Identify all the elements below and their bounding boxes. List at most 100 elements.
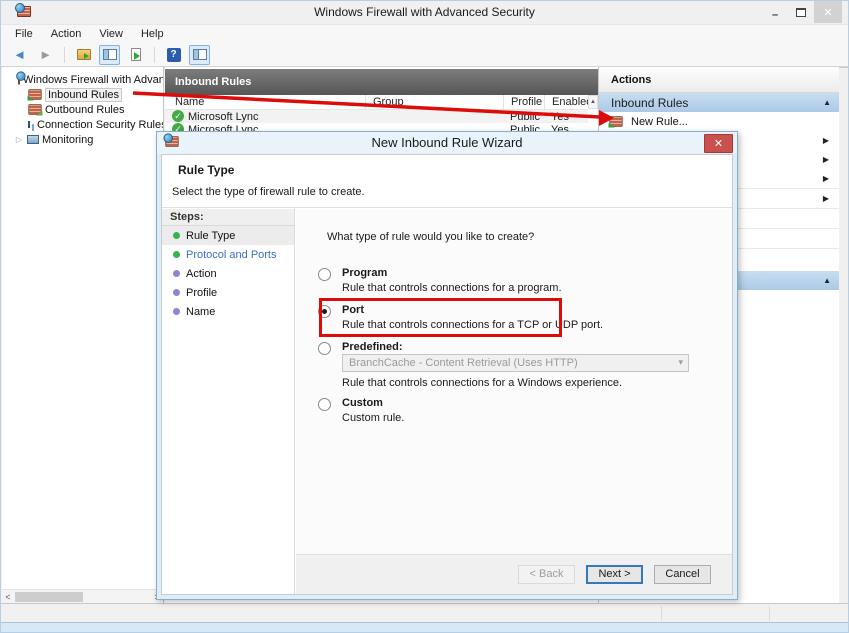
option-custom-desc: Custom rule. (342, 412, 404, 424)
dialog-close-button[interactable]: ✕ (704, 134, 733, 153)
export-list-button[interactable] (125, 45, 146, 65)
wizard-header: Rule Type Select the type of firewall ru… (162, 155, 732, 208)
option-predefined-label[interactable]: Predefined: (342, 341, 403, 353)
tree-item-label: Connection Security Rules (37, 119, 164, 131)
chevron-down-icon: ▾ (678, 357, 683, 368)
window-frame-bottom (1, 622, 848, 632)
status-divider (661, 606, 662, 621)
column-header-group[interactable]: Group (365, 95, 503, 109)
radio-port[interactable] (318, 305, 331, 318)
steps-title: Steps: (162, 209, 294, 226)
forward-button[interactable]: ► (35, 45, 56, 65)
connection-security-icon (28, 121, 30, 128)
back-icon: ◄ (13, 47, 26, 62)
step-name[interactable]: Name (162, 302, 294, 321)
dialog-client-area: Rule Type Select the type of firewall ru… (161, 154, 733, 595)
help-toolbar-button[interactable]: ? (163, 45, 184, 65)
toolbar-separator (64, 47, 65, 63)
wizard-button-strip: < Back Next > Cancel (296, 554, 732, 594)
window-title: Windows Firewall with Advanced Security (1, 5, 848, 19)
option-program-label[interactable]: Program (342, 267, 387, 279)
rule-profile: Public (510, 111, 540, 123)
step-label: Action (186, 268, 217, 280)
step-label: Name (186, 306, 215, 318)
radio-program[interactable] (318, 268, 331, 281)
scroll-left-icon[interactable]: < (2, 592, 14, 602)
new-inbound-rule-wizard-dialog: New Inbound Rule Wizard ✕ Rule Type Sele… (156, 131, 738, 600)
tree-item-outbound-rules[interactable]: Outbound Rules (2, 102, 163, 117)
collapse-icon[interactable]: ▲ (823, 98, 831, 107)
console-tree-panel: Windows Firewall with Advance Inbound Ru… (2, 67, 164, 603)
tree-item-inbound-rules[interactable]: Inbound Rules (2, 87, 163, 102)
wizard-subheading: Select the type of firewall rule to crea… (172, 186, 365, 198)
step-rule-type[interactable]: Rule Type (162, 226, 294, 245)
folder-button[interactable] (73, 45, 94, 65)
close-button[interactable]: ✕ (814, 1, 842, 23)
submenu-arrow-icon: ▶ (823, 194, 829, 203)
option-custom-label[interactable]: Custom (342, 397, 383, 409)
monitoring-icon (27, 135, 39, 144)
step-label: Rule Type (186, 230, 235, 242)
step-profile[interactable]: Profile (162, 283, 294, 302)
column-header-profile[interactable]: Profile (503, 95, 544, 109)
list-scroll-up-icon[interactable]: ▲ (588, 95, 598, 109)
tree-item-label: Outbound Rules (45, 104, 125, 116)
option-port-desc: Rule that controls connections for a TCP… (342, 319, 603, 331)
predefined-dropdown[interactable]: BranchCache - Content Retrieval (Uses HT… (342, 354, 689, 372)
column-header-enabled[interactable]: Enabled (544, 95, 589, 109)
radio-custom[interactable] (318, 398, 331, 411)
console-tree-toggle-button[interactable] (99, 45, 120, 65)
list-panel-header: Inbound Rules (165, 69, 598, 95)
dialog-title: New Inbound Rule Wizard (157, 135, 737, 150)
menu-view[interactable]: View (99, 28, 123, 40)
firewall-root-icon (18, 74, 20, 84)
menu-file[interactable]: File (15, 28, 33, 40)
step-action[interactable]: Action (162, 264, 294, 283)
step-label: Protocol and Ports (186, 249, 277, 261)
radio-predefined[interactable] (318, 342, 331, 355)
column-header-name[interactable]: Name (165, 95, 365, 109)
folder-icon (77, 49, 91, 60)
expand-icon[interactable]: ▷ (14, 135, 24, 144)
new-rule-icon (609, 116, 622, 126)
new-rule-action[interactable]: New Rule... (599, 112, 839, 131)
option-program-desc: Rule that controls connections for a pro… (342, 282, 562, 294)
cancel-button[interactable]: Cancel (654, 565, 711, 584)
scrollbar-thumb[interactable] (15, 592, 83, 602)
table-row[interactable]: ✓ Microsoft Lync Public Yes (165, 110, 588, 123)
rule-enabled: Yes (551, 111, 569, 123)
maximize-button[interactable] (788, 1, 814, 23)
actions-section-title: Inbound Rules (611, 96, 688, 110)
status-bar (1, 603, 848, 623)
collapse-icon[interactable]: ▲ (823, 276, 831, 285)
back-wizard-button[interactable]: < Back (518, 565, 575, 584)
action-pane-toggle-button[interactable] (189, 45, 210, 65)
wizard-steps-panel: Steps: Rule Type Protocol and Ports Acti… (162, 209, 295, 594)
tree-horizontal-scrollbar[interactable]: < > (2, 589, 163, 603)
step-protocol-and-ports[interactable]: Protocol and Ports (162, 245, 294, 264)
menu-action[interactable]: Action (51, 28, 82, 40)
tree-item-label: Monitoring (42, 134, 93, 146)
rule-enabled-check-icon: ✓ (172, 110, 184, 122)
new-rule-label: New Rule... (631, 116, 688, 128)
next-button[interactable]: Next > (586, 565, 643, 584)
toolbar: ◄ ► ? (1, 43, 848, 67)
export-list-icon (131, 48, 141, 61)
back-button[interactable]: ◄ (9, 45, 30, 65)
help-icon: ? (167, 48, 181, 62)
tree-item-root[interactable]: Windows Firewall with Advance (2, 72, 163, 87)
actions-section-header[interactable]: Inbound Rules ▲ (599, 93, 839, 112)
menu-help[interactable]: Help (141, 28, 164, 40)
dialog-titlebar: New Inbound Rule Wizard ✕ (157, 132, 737, 154)
step-label: Profile (186, 287, 217, 299)
wizard-heading: Rule Type (178, 163, 234, 177)
step-bullet-icon (173, 232, 180, 239)
step-bullet-icon (173, 251, 180, 258)
option-port-label[interactable]: Port (342, 304, 364, 316)
wizard-question: What type of rule would you like to crea… (327, 231, 534, 243)
tree-item-monitoring[interactable]: ▷ Monitoring (2, 132, 163, 147)
tree-item-connection-security-rules[interactable]: Connection Security Rules (2, 117, 163, 132)
toolbar-separator (154, 47, 155, 63)
main-window: Windows Firewall with Advanced Security … (0, 0, 849, 633)
minimize-button[interactable]: – (762, 1, 788, 23)
